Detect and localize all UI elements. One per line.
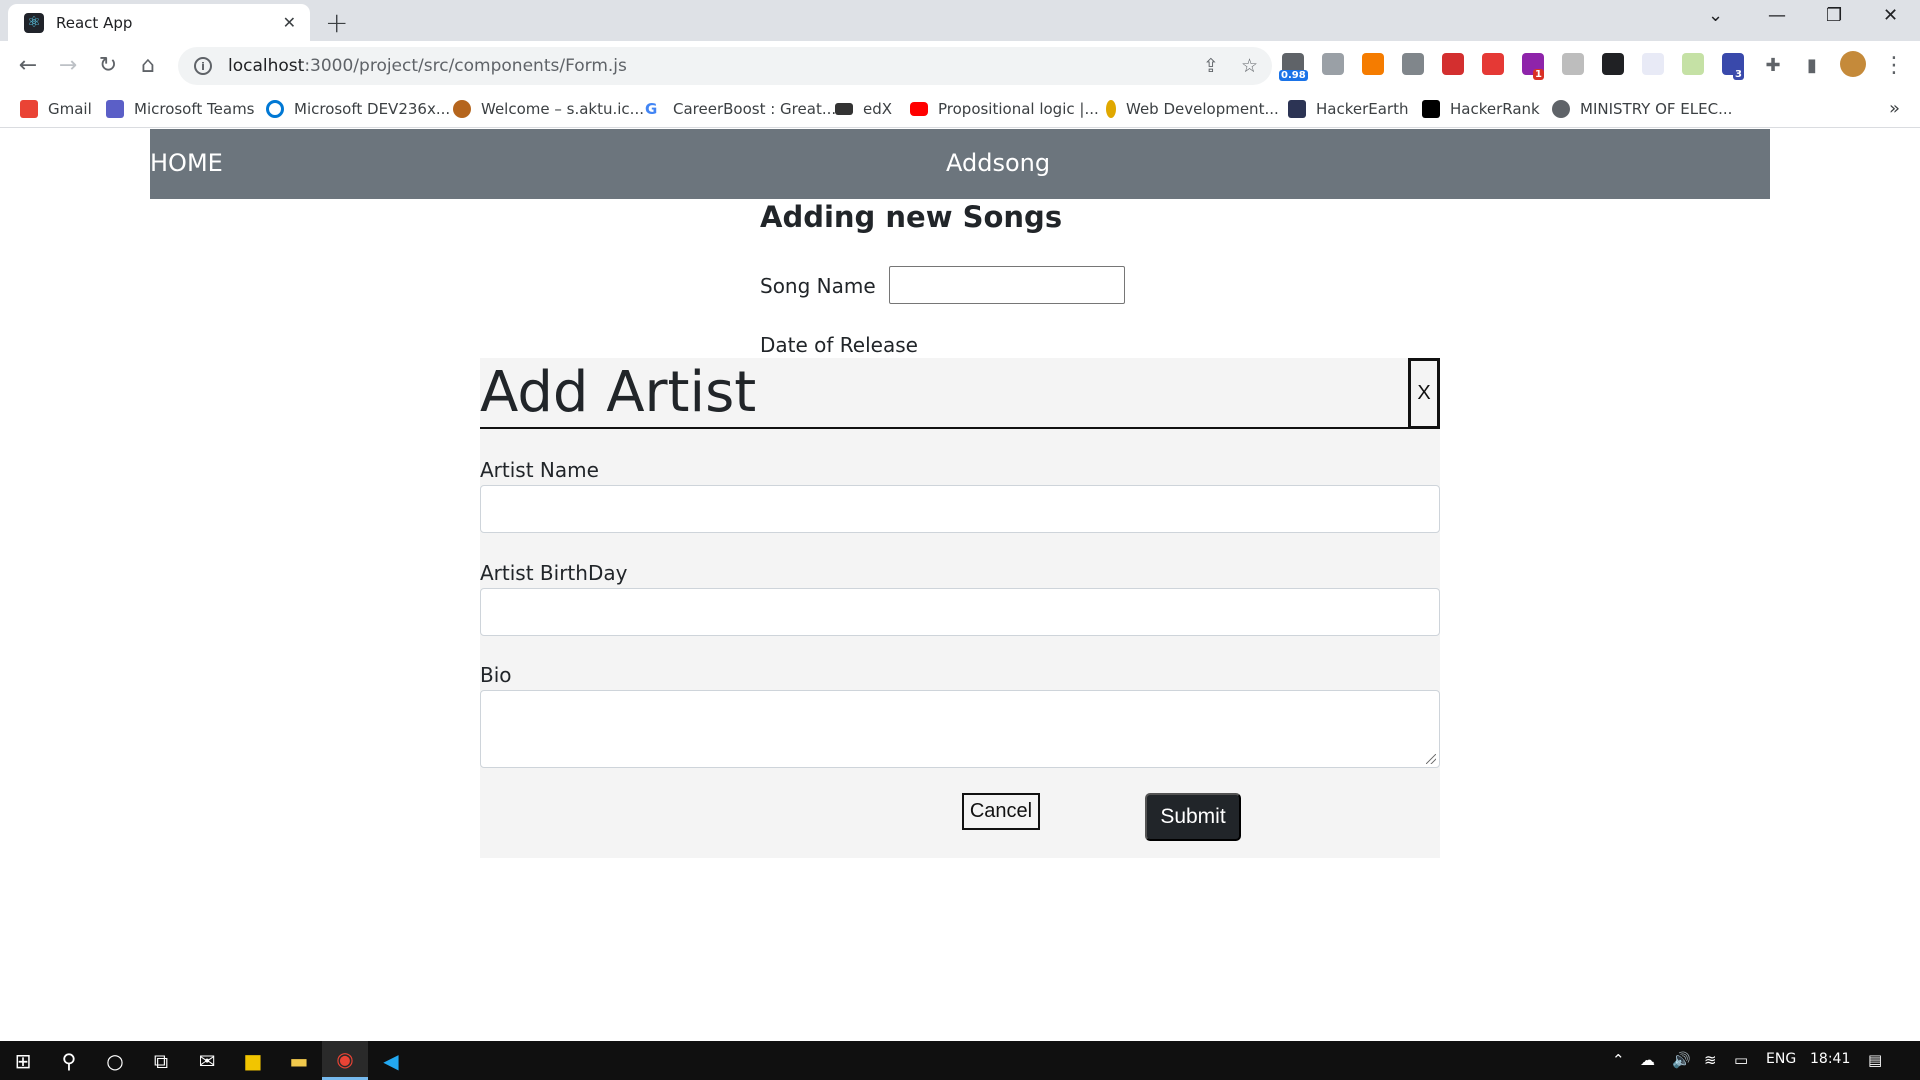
restore-icon[interactable]: ❐	[1826, 5, 1842, 26]
sticky-notes-icon[interactable]: ■	[230, 1041, 276, 1080]
globe-icon	[1552, 100, 1570, 118]
language-indicator[interactable]: ENG	[1766, 1051, 1796, 1067]
bookmark-item[interactable]: Welcome – s.aktu.ic...	[453, 100, 644, 118]
puzzle-icon[interactable]: ✚	[1759, 51, 1787, 79]
google-icon: G	[645, 100, 658, 118]
browser-tabstrip: ⚛ React App ✕ + ⌄ — ❐ ✕	[0, 0, 1920, 41]
bio-textarea[interactable]	[480, 690, 1440, 768]
bio-label: Bio	[480, 663, 512, 687]
bookmark-item[interactable]: HackerRank	[1422, 100, 1540, 118]
seal-icon	[453, 100, 471, 118]
back-icon[interactable]: ←	[14, 51, 42, 79]
onedrive-icon[interactable]: ☁	[1640, 1051, 1655, 1069]
browser-tab[interactable]: ⚛ React App ✕	[8, 4, 310, 41]
bookmark-item[interactable]: Propositional logic |...	[910, 100, 1099, 118]
extension-icon[interactable]	[1362, 53, 1384, 75]
ring-icon	[266, 100, 284, 118]
windows-taskbar: ⊞ ⚲ ○ ⧉ ✉ ■ ▬ ◉ ◀ ⌃ ☁ 🔊 ≋ ▭ ENG 18:41 ▤	[0, 1041, 1920, 1080]
artist-name-input[interactable]	[480, 485, 1440, 533]
url-text: localhost:3000/project/src/components/Fo…	[228, 56, 627, 76]
artist-name-label: Artist Name	[480, 458, 599, 482]
search-icon[interactable]: ⚲	[46, 1041, 92, 1080]
share-icon[interactable]: ⇪	[1203, 55, 1219, 77]
submit-button[interactable]: Submit	[1145, 793, 1241, 841]
bookmark-item[interactable]: edX	[835, 100, 892, 118]
bookmark-item[interactable]: Microsoft Teams	[106, 100, 255, 118]
cancel-button[interactable]: Cancel	[962, 793, 1040, 830]
clock[interactable]: 18:41	[1810, 1051, 1850, 1067]
more-bookmarks-icon[interactable]: »	[1889, 98, 1900, 119]
task-view-icon[interactable]: ⧉	[138, 1041, 184, 1080]
menu-kebab-icon[interactable]: ⋮	[1880, 51, 1908, 79]
extension-icon[interactable]	[1642, 53, 1664, 75]
file-explorer-icon[interactable]: ▬	[276, 1041, 322, 1080]
tray-chevron-icon[interactable]: ⌃	[1612, 1051, 1625, 1069]
song-name-label: Song Name	[760, 274, 876, 298]
site-info-icon[interactable]: i	[194, 57, 212, 75]
extension-icon[interactable]	[1442, 53, 1464, 75]
extension-icon[interactable]	[1562, 53, 1584, 75]
artist-birthday-input[interactable]	[480, 588, 1440, 636]
gmail-icon	[20, 100, 38, 118]
minimize-icon[interactable]: —	[1768, 5, 1786, 26]
modal-close-button[interactable]: X	[1408, 358, 1440, 429]
browser-toolbar: ← → ↻ ⌂ i localhost:3000/project/src/com…	[0, 41, 1920, 91]
bookmark-item[interactable]: HackerEarth	[1288, 100, 1409, 118]
app-navbar: HOME Addsong	[150, 129, 1770, 199]
bulb-icon	[1106, 100, 1116, 118]
modal-title: Add Artist	[480, 360, 757, 425]
avatar[interactable]	[1840, 51, 1866, 77]
extension-badge: 1	[1533, 69, 1544, 80]
forward-icon[interactable]: →	[54, 51, 82, 79]
extension-icon[interactable]	[1602, 53, 1624, 75]
react-icon: ⚛	[24, 12, 44, 33]
add-artist-modal: Add Artist X Artist Name Artist BirthDay…	[480, 358, 1440, 858]
teams-icon	[106, 100, 124, 118]
mail-icon[interactable]: ✉	[184, 1041, 230, 1080]
address-bar[interactable]: i localhost:3000/project/src/components/…	[178, 47, 1272, 85]
hackerrank-icon	[1422, 100, 1440, 118]
battery-icon[interactable]: ▭	[1734, 1051, 1748, 1069]
bookmark-star-icon[interactable]: ☆	[1241, 55, 1258, 77]
vscode-icon[interactable]: ◀	[368, 1041, 414, 1080]
bookmark-item[interactable]: MINISTRY OF ELEC...	[1552, 100, 1732, 118]
extension-badge: 3	[1733, 69, 1744, 80]
nav-link-addsong[interactable]: Addsong	[946, 149, 1050, 177]
extension-icon[interactable]	[1482, 53, 1504, 75]
reload-icon[interactable]: ↻	[94, 51, 122, 79]
windows-start-icon[interactable]: ⊞	[0, 1041, 46, 1080]
bookmark-item[interactable]: G CareerBoost : Great...	[645, 100, 836, 118]
page-title: Adding new Songs	[760, 200, 1063, 234]
tab-title: React App	[56, 13, 133, 32]
extension-icon[interactable]	[1682, 53, 1704, 75]
date-of-release-label: Date of Release	[760, 333, 918, 357]
song-name-input[interactable]	[889, 266, 1125, 304]
cortana-icon[interactable]: ○	[92, 1041, 138, 1080]
edx-icon	[835, 103, 853, 115]
home-icon[interactable]: ⌂	[134, 51, 162, 79]
wifi-icon[interactable]: ≋	[1704, 1051, 1717, 1069]
side-panel-icon[interactable]: ▮	[1798, 51, 1826, 79]
volume-icon[interactable]: 🔊	[1672, 1051, 1691, 1069]
extension-badge: 0.98	[1279, 70, 1308, 81]
bookmark-item[interactable]: Gmail	[20, 100, 92, 118]
tab-close-icon[interactable]: ✕	[283, 13, 296, 32]
extension-icon[interactable]	[1402, 53, 1424, 75]
modal-header: Add Artist X	[480, 358, 1440, 429]
extension-icon[interactable]	[1322, 53, 1344, 75]
hackerearth-icon	[1288, 100, 1306, 118]
tab-search-icon[interactable]: ⌄	[1708, 5, 1723, 26]
close-window-icon[interactable]: ✕	[1883, 5, 1898, 26]
chrome-icon[interactable]: ◉	[322, 1041, 368, 1080]
bookmark-item[interactable]: Web Development...	[1106, 100, 1279, 118]
new-tab-icon[interactable]: +	[325, 6, 348, 39]
bookmarks-bar: Gmail Microsoft Teams Microsoft DEV236x.…	[0, 91, 1920, 128]
nav-link-home[interactable]: HOME	[150, 149, 223, 177]
resize-grip-icon[interactable]	[1426, 754, 1436, 764]
youtube-icon	[910, 102, 928, 116]
bookmark-item[interactable]: Microsoft DEV236x...	[266, 100, 450, 118]
artist-birthday-label: Artist BirthDay	[480, 561, 628, 585]
notifications-icon[interactable]: ▤	[1868, 1051, 1882, 1069]
